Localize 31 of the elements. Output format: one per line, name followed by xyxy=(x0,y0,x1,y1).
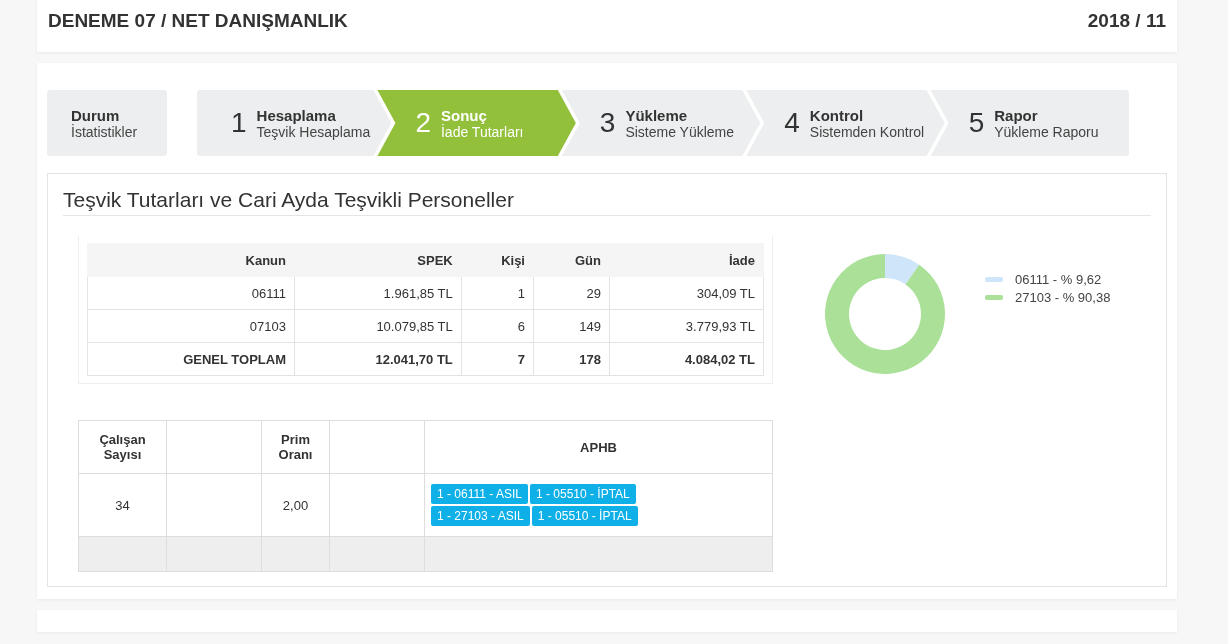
company-title: DENEME 07 / NET DANIŞMANLIK xyxy=(48,10,348,32)
column-header: Prim Oranı xyxy=(261,420,330,474)
total-cell: 7 xyxy=(461,342,534,376)
total-cell: 12.041,70 TL xyxy=(294,342,462,376)
legend-label: 06111 - % 9,62 xyxy=(1015,272,1102,287)
column-header: Gün xyxy=(533,243,610,277)
table-cell: 07103 xyxy=(87,309,295,343)
table-cell: 3.779,93 TL xyxy=(609,309,764,343)
column-header: İade xyxy=(609,243,764,277)
table-cell: 1.961,85 TL xyxy=(294,276,462,310)
status-tab[interactable]: Durum İstatistikler xyxy=(47,90,167,156)
table-cell: 6 xyxy=(461,309,534,343)
column-header: Kişi xyxy=(461,243,534,277)
total-cell: GENEL TOPLAM xyxy=(87,342,295,376)
table-cell: 149 xyxy=(533,309,610,343)
table-cell: 29 xyxy=(533,276,610,310)
total-cell: 4.084,02 TL xyxy=(609,342,764,376)
panel-title: Teşvik Tutarları ve Cari Ayda Teşvikli Personeller xyxy=(63,188,1151,216)
period-label: 2018 / 11 xyxy=(1087,10,1166,32)
table-cell: 2,00 xyxy=(261,473,330,537)
column-header: SPEK xyxy=(294,243,462,277)
column-header: Çalışan Sayısı xyxy=(78,420,167,474)
table-cell: 06111 xyxy=(87,276,295,310)
legend-label: 27103 - % 90,38 xyxy=(1015,290,1111,305)
table-cell: 1 xyxy=(461,276,534,310)
table-cell: 34 xyxy=(78,473,167,537)
total-cell: 178 xyxy=(533,342,610,376)
table-cell: 304,09 TL xyxy=(609,276,764,310)
column-header: Kanun xyxy=(87,243,295,277)
table-cell: 10.079,85 TL xyxy=(294,309,462,343)
column-header: APHB xyxy=(424,420,773,474)
